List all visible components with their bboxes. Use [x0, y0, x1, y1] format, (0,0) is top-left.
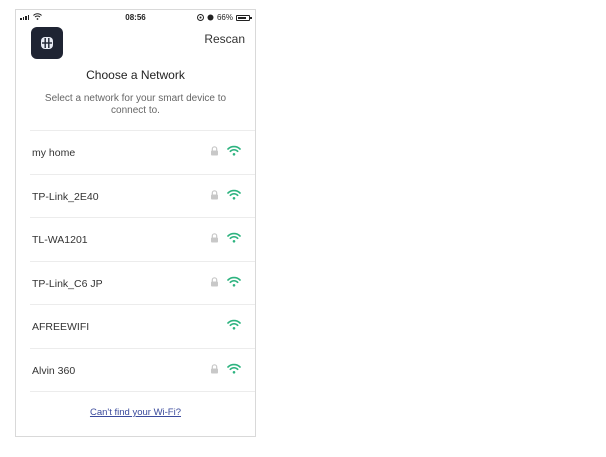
battery-percentage: 66% — [216, 13, 233, 22]
page-subtitle: Select a network for your smart device t… — [44, 93, 227, 116]
wifi-signal-icon — [227, 319, 241, 330]
network-row[interactable]: AFREEWIFI — [30, 305, 255, 349]
cant-find-wifi-link[interactable]: Can't find your Wi-Fi? — [16, 407, 255, 418]
status-bar: 08:56 66% — [16, 10, 255, 26]
network-row[interactable]: Alvin 360 — [30, 349, 255, 392]
lock-icon — [211, 146, 218, 156]
battery-icon — [236, 14, 252, 21]
network-name: TP-Link_2E40 — [32, 190, 99, 203]
wifi-signal-icon — [227, 232, 241, 243]
page-title: Choose a Network — [86, 68, 185, 82]
location-icon — [196, 14, 204, 21]
wifi-signal-icon — [227, 145, 241, 156]
network-name: my home — [32, 147, 76, 159]
lock-icon — [211, 189, 218, 199]
app-logo-glyph — [41, 37, 53, 49]
network-name: Alvin 360 — [32, 364, 76, 377]
network-row[interactable]: TP-Link_C6 JP — [30, 262, 255, 305]
network-name: TP-Link_C6 JP — [32, 277, 103, 290]
lock-icon — [211, 276, 218, 286]
network-row[interactable]: TP-Link_2E40 — [30, 175, 255, 218]
lock-icon — [211, 233, 218, 243]
app-logo-icon — [31, 27, 63, 59]
wifi-signal-icon — [227, 276, 241, 287]
status-right: 66% — [196, 13, 252, 22]
rescan-button[interactable]: Rescan — [204, 32, 245, 46]
wifi-signal-icon — [227, 189, 241, 200]
wifi-signal-icon — [227, 363, 241, 374]
network-row[interactable]: TL-WA1201 — [30, 218, 255, 262]
network-row[interactable]: my home — [30, 131, 255, 175]
lock-icon — [211, 363, 218, 373]
network-name: AFREEWIFI — [32, 321, 90, 333]
alarm-icon — [207, 14, 214, 21]
network-name: TL-WA1201 — [32, 234, 88, 246]
network-list: my home TP-Link_2E40 TL-WA1201 TP-Link_C… — [30, 130, 255, 392]
phone-screen: 08:56 66% Rescan Choose a Network Select… — [15, 9, 256, 437]
